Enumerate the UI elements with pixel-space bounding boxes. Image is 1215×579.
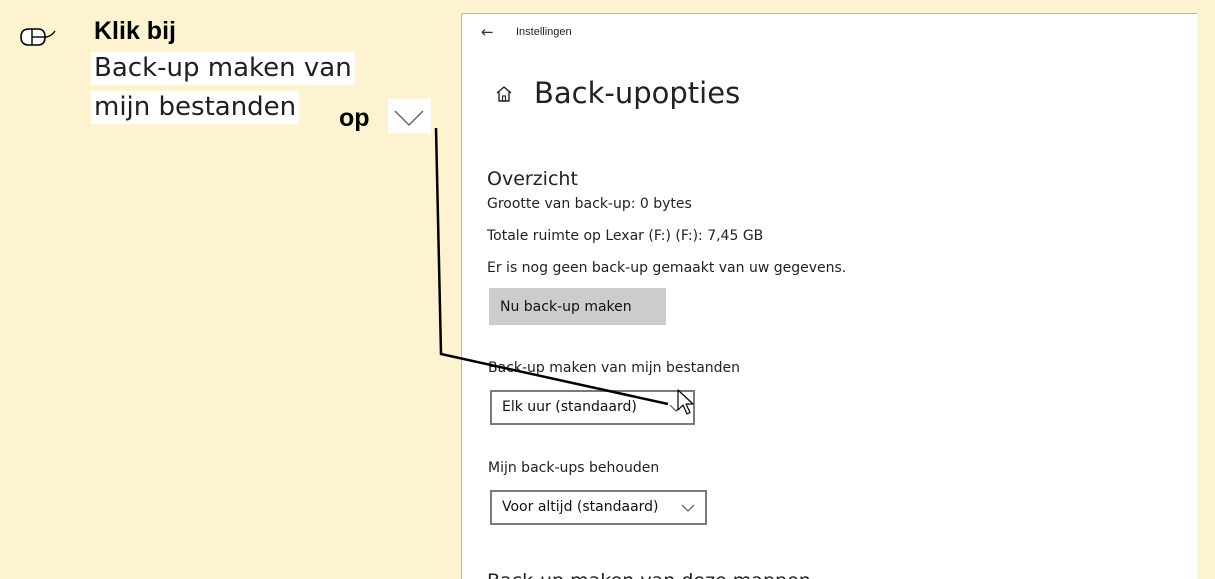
chevron-down-icon xyxy=(394,110,424,127)
back-arrow-icon[interactable]: ← xyxy=(481,23,494,41)
backup-size-text: Grootte van back-up: 0 bytes xyxy=(487,196,692,212)
keep-backups-label: Mijn back-ups behouden xyxy=(488,460,660,476)
window-title: Instellingen xyxy=(516,26,572,38)
no-backup-text: Er is nog geen back-up gemaakt van uw ge… xyxy=(487,260,847,276)
instruction-op: op xyxy=(339,104,370,132)
page-title: Back-upopties xyxy=(534,76,741,110)
overview-heading: Overzicht xyxy=(487,168,578,190)
folders-heading: Back-up maken van deze mappen xyxy=(487,570,811,579)
mouse-icon xyxy=(20,28,56,46)
backup-now-button[interactable]: Nu back-up maken xyxy=(489,288,666,325)
settings-window: ← Instellingen Back-upopties Overzicht G… xyxy=(461,13,1197,579)
keep-backups-value: Voor altijd (standaard) xyxy=(502,499,659,515)
backup-frequency-value: Elk uur (standaard) xyxy=(502,399,637,415)
chevron-down-icon[interactable] xyxy=(681,503,695,513)
backup-frequency-dropdown[interactable]: Elk uur (standaard) xyxy=(490,390,695,425)
home-icon xyxy=(496,86,512,102)
total-space-text: Totale ruimte op Lexar (F:) (F:): 7,45 G… xyxy=(487,228,764,244)
instruction-chevron-box xyxy=(388,99,431,133)
instruction-setting-name-line2: mijn bestanden xyxy=(91,91,300,124)
instruction-setting-name-line1: Back-up maken van xyxy=(91,52,355,85)
tutorial-background-right xyxy=(1197,0,1215,579)
keep-backups-dropdown[interactable]: Voor altijd (standaard) xyxy=(490,490,707,525)
backup-frequency-label: Back-up maken van mijn bestanden xyxy=(488,360,741,376)
mouse-cursor-icon xyxy=(677,389,694,415)
tutorial-panel: Klik bij Back-up maken van mijn bestande… xyxy=(0,0,461,579)
instruction-heading: Klik bij xyxy=(94,17,176,45)
tutorial-background-top xyxy=(461,0,1197,13)
